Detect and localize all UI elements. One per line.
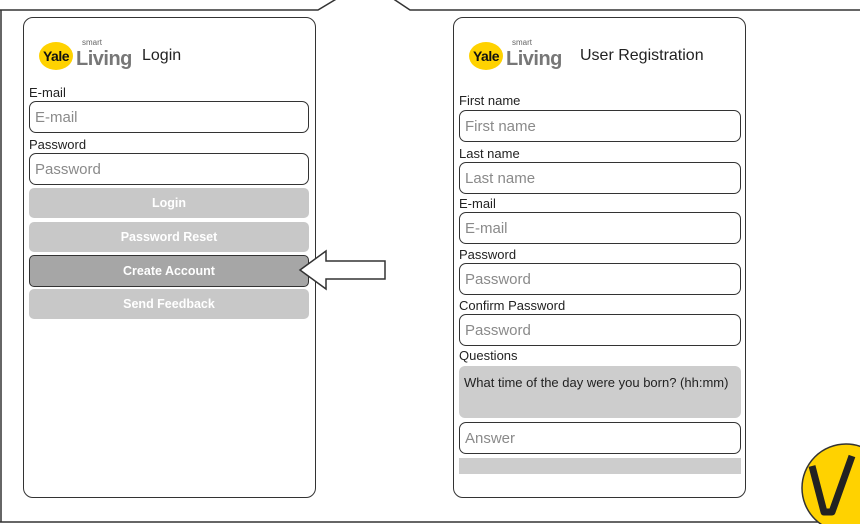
password-reset-button[interactable]: Password Reset: [29, 222, 309, 252]
password-input[interactable]: Password: [459, 263, 741, 295]
password-label: Password: [29, 137, 87, 152]
living-label: Living: [506, 48, 562, 70]
smart-label: smart: [82, 38, 102, 47]
confirm-password-label: Confirm Password: [459, 298, 566, 313]
password-label: Password: [459, 247, 517, 262]
first-name-label: First name: [459, 93, 521, 108]
send-feedback-button[interactable]: Send Feedback: [29, 289, 309, 319]
yale-logo-badge: Yale: [469, 42, 503, 70]
registration-screen: Yale smart Living User Registration Firs…: [453, 17, 746, 498]
last-name-input[interactable]: Last name: [459, 162, 741, 194]
email-label: E-mail: [29, 85, 66, 100]
login-title: Login: [142, 47, 182, 64]
registration-title: User Registration: [580, 47, 704, 64]
email-label: E-mail: [459, 196, 496, 211]
login-brand-logo: Yale smart Living Login: [39, 38, 182, 70]
security-question[interactable]: What time of the day were you born? (hh:…: [459, 366, 741, 418]
password-input[interactable]: Password: [29, 153, 309, 185]
answer-input[interactable]: Answer: [459, 422, 741, 454]
login-screen: Yale smart Living Login E-mail E-mail Pa…: [23, 17, 316, 498]
registration-brand-logo: Yale smart Living User Registration: [469, 38, 704, 70]
last-name-label: Last name: [459, 146, 520, 161]
create-account-button[interactable]: Create Account: [29, 255, 309, 287]
next-button-partial[interactable]: [459, 458, 741, 474]
living-label: Living: [76, 48, 132, 70]
email-input[interactable]: E-mail: [459, 212, 741, 244]
confirm-password-input[interactable]: Password: [459, 314, 741, 346]
login-button[interactable]: Login: [29, 188, 309, 218]
yale-logo-badge: Yale: [39, 42, 73, 70]
email-input[interactable]: E-mail: [29, 101, 309, 133]
left-arrow-icon: [298, 249, 386, 291]
checkmark-logo-icon: [801, 443, 860, 524]
first-name-input[interactable]: First name: [459, 110, 741, 142]
smart-label: smart: [512, 38, 532, 47]
questions-label: Questions: [459, 348, 518, 363]
